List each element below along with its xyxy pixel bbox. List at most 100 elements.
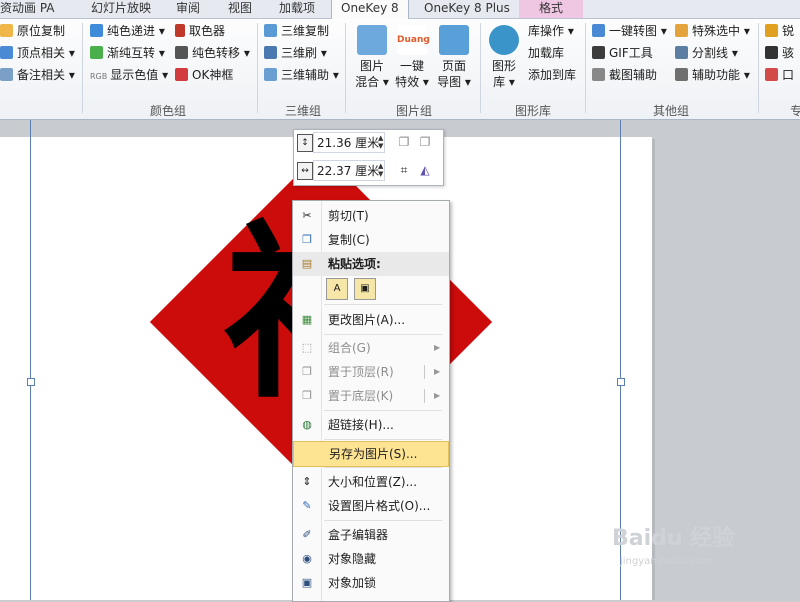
menu-separator [324,410,442,411]
ribbon-vertex[interactable]: 顶点相关 ▾ [0,43,75,63]
paste-keep-source-icon: A [333,283,341,294]
ribbon-original-copy[interactable]: 原位复制 [0,21,65,41]
menu-item-save-as-picture[interactable]: 另存为图片(S)... [293,441,449,467]
page-export-button[interactable]: 页面 导图 ▾ [436,25,472,90]
menu-item-size-position[interactable]: ⇕ 大小和位置(Z)... [293,470,449,494]
bring-to-front-icon: ❐ [302,365,312,378]
menu-item-bring-to-front[interactable]: ❐ 置于顶层(R) ▶ [293,360,449,384]
ribbon-color-transfer[interactable]: 纯色转移 ▾ [175,43,250,63]
width-spinner[interactable]: ▲ ▼ [378,162,383,178]
rgb-icon: RGB [90,72,108,81]
menu-separator [324,439,442,440]
vertex-icon [0,46,13,59]
load-library[interactable]: 加载库 [528,43,564,63]
menu-separator [324,304,442,305]
menu-item-hide-object[interactable]: ◉ 对象隐藏 [293,547,449,571]
menu-separator [324,467,442,468]
hyperlink-icon: ◍ [302,418,312,431]
change-picture-icon: ▦ [301,313,313,326]
tab-format[interactable]: 格式 [519,0,584,18]
align-icon[interactable]: ◭ [417,162,433,178]
menu-item-copy[interactable]: ❐ 复制(C) [293,228,449,252]
menu-item-group[interactable]: ⬚ 组合(G) ▶ [293,336,449,360]
3d-brush-icon [264,46,277,59]
ok-frame-icon [175,68,188,81]
menu-paste-options-header: ▤ 粘贴选项: [293,252,449,276]
resize-handle-right[interactable] [617,378,625,386]
picture-stack-icon [357,25,387,55]
one-click-effect-button[interactable]: Duang 一键 特效 ▾ [395,25,430,90]
color-transfer-icon [175,46,188,59]
special-select[interactable]: 特殊选中 ▾ [675,21,750,41]
tab-onekey8-plus[interactable]: OneKey 8 Plus [424,0,510,18]
bring-forward-icon[interactable]: ❐ [396,134,412,150]
ribbon-notes[interactable]: 备注相关 ▾ [0,65,75,85]
height-spinner[interactable]: ▲ ▼ [378,134,383,150]
ribbon-3d-brush[interactable]: 三维刷 ▾ [264,43,327,63]
color-drops-icon [90,24,103,37]
ribbon-3d-assist[interactable]: 三维辅助 ▾ [264,65,339,85]
ribbon-separator [585,23,586,113]
one-click-to-image[interactable]: 一键转图 ▾ [592,21,667,41]
menu-item-cut[interactable]: ✂ 剪切(T) [293,204,449,228]
submenu-arrow-icon: ▶ [434,391,441,400]
tab-onekey8[interactable]: OneKey 8 [331,0,409,20]
convert-image-icon [592,24,605,37]
shape-library-icon [489,25,519,55]
ribbon-separator [257,23,258,113]
menu-item-send-to-back[interactable]: ❐ 置于底层(K) ▶ [293,384,449,408]
ribbon-ok-frame[interactable]: OK神框 [175,65,233,85]
baidu-watermark-url: jingyan.baidu.com [620,556,713,567]
crop-icon[interactable]: ⌗ [396,162,412,178]
duang-icon: Duang [397,25,430,55]
ribbon-edge-item-1[interactable]: 锐 [765,21,794,41]
ribbon-edge-item-3[interactable]: 口 [765,65,794,85]
ribbon-color-picker[interactable]: 取色器 [175,21,225,41]
ribbon-solid-gradient[interactable]: 纯色递进 ▾ [90,21,165,41]
library-operation[interactable]: 库操作 ▾ [528,21,574,41]
3d-copy-icon [264,24,277,37]
assist-functions[interactable]: 辅助功能 ▾ [675,65,750,85]
ribbon-gradient-swap[interactable]: 渐纯互转 ▾ [90,43,165,63]
copy-icon: ❐ [302,233,312,246]
tab-animation-pa[interactable]: 资动画 PA [0,0,55,18]
size-position-icon: ⇕ [302,475,312,488]
add-to-library[interactable]: 添加到库 [528,65,576,85]
send-to-back-icon: ❐ [302,389,312,402]
tab-addins[interactable]: 加载项 [279,0,315,18]
paste-as-picture-button[interactable]: ▣ [354,278,376,300]
gif-icon [592,46,605,59]
ribbon-edge-item-2[interactable]: 骇 [765,43,794,63]
split-line[interactable]: 分割线 ▾ [675,43,738,63]
gif-tool[interactable]: GIF工具 [592,43,653,63]
menu-separator [324,520,442,521]
group-label-3d: 三维组 [285,104,322,118]
tab-slideshow[interactable]: 幻灯片放映 [91,0,151,18]
menu-item-box-editor[interactable]: ✐ 盒子编辑器 [293,523,449,547]
group-label-other: 其他组 [653,104,690,118]
split-divider [424,365,425,379]
ribbon-3d-copy[interactable]: 三维复制 [264,21,329,41]
resize-handle-left[interactable] [27,378,35,386]
ribbon-show-color[interactable]: RGB 显示色值 ▾ [90,65,168,85]
copy-icon [0,24,13,37]
menu-separator [324,334,442,335]
menu-item-hyperlink[interactable]: ◍ 超链接(H)... [293,413,449,437]
width-input[interactable]: 22.37 厘米 [313,160,385,181]
menu-item-lock-object[interactable]: ▣ 对象加锁 [293,571,449,595]
shape-width-icon: ↔ [297,162,313,180]
screenshot-assist[interactable]: 截图辅助 [592,65,657,85]
tab-view[interactable]: 视图 [228,0,252,18]
menu-item-change-picture[interactable]: ▦ 更改图片(A)... [293,308,449,332]
group-label-color: 颜色组 [150,104,187,118]
shape-library-button[interactable]: 图形库 ▾ [487,25,521,90]
send-backward-icon[interactable]: ❐ [417,134,433,150]
height-input[interactable]: 21.36 厘米 [313,132,385,153]
group-label-edge: 专 [790,104,800,118]
special-select-icon [675,24,688,37]
picture-mix-button[interactable]: 图片 混合 ▾ [355,25,389,90]
paste-keep-source-button[interactable]: A [326,278,348,300]
menu-item-format-picture[interactable]: ✎ 设置图片格式(O)... [293,494,449,518]
tab-review[interactable]: 审阅 [176,0,200,18]
swap-color-icon [90,46,103,59]
